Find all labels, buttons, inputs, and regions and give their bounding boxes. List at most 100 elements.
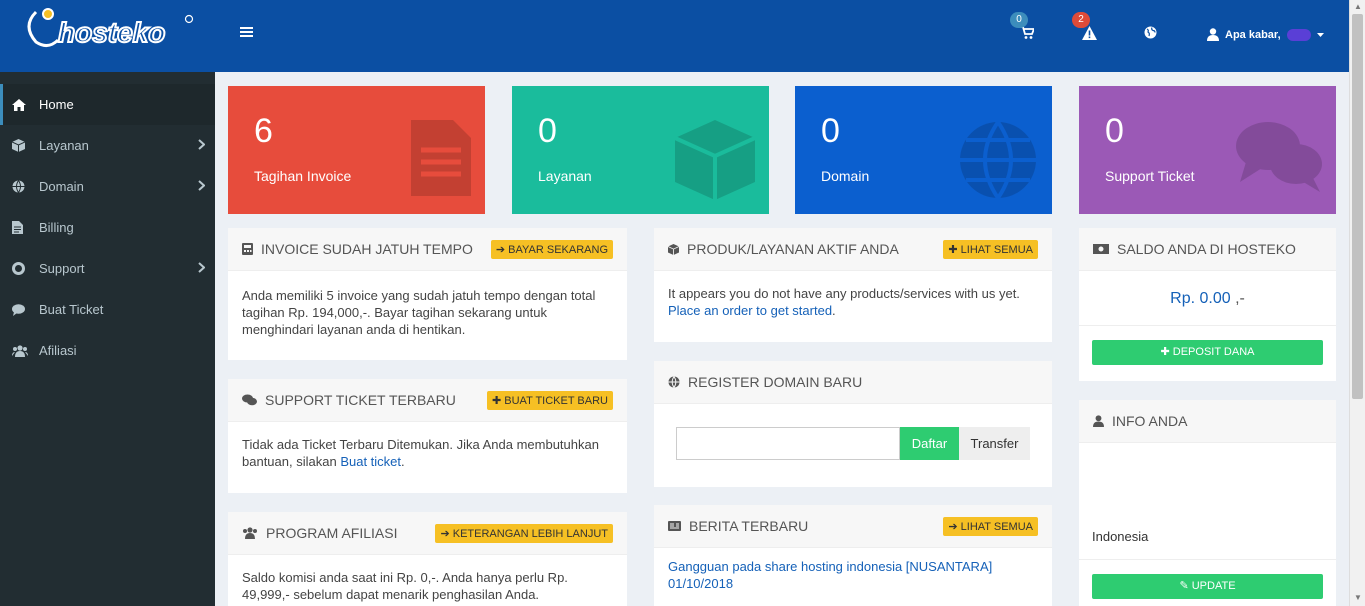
stat-domain[interactable]: 0 Domain [795,86,1052,214]
sidebar-item-domain[interactable]: Domain [0,166,215,207]
invoice-panel: Invoice Sudah Jatuh Tempo ➔ Bayar Sekara… [228,228,627,360]
user-icon [1093,415,1104,427]
stat-value: 0 [538,112,557,150]
user-icon [1207,28,1219,41]
domain-panel-title: Register Domain Baru [688,374,863,390]
comments-icon [242,394,257,406]
stat-value: 0 [821,112,840,150]
users-icon [243,527,257,539]
update-label: Update [1191,580,1236,592]
sidebar-item-label: Buat Ticket [39,302,104,317]
news-item-date: 01/10/2018 [668,576,734,591]
globe-icon [960,120,1036,200]
stat-value: 6 [254,112,273,150]
cart-button[interactable]: 0 [1010,12,1036,42]
sidebar-item-layanan[interactable]: Layanan [0,125,215,166]
sidebar-item-label: Afiliasi [39,343,77,358]
stat-value: 0 [1105,112,1124,150]
user-menu[interactable]: Apa kabar, [1207,28,1324,41]
new-ticket-label: Buat Ticket Baru [504,394,608,407]
scroll-down-icon[interactable]: ▼ [1354,593,1362,602]
warning-icon [1082,26,1097,40]
affiliate-panel-text: Saldo komisi anda saat ini Rp. 0,-. Anda… [242,570,568,602]
info-panel-title: Info Anda [1112,413,1188,429]
cube-icon [12,139,25,152]
chevron-right-icon [198,180,205,191]
place-order-link[interactable]: Place an order to get started [668,303,832,318]
calculator-icon [242,243,253,255]
update-button[interactable]: ✎ Update [1092,574,1323,599]
globe-icon [1144,26,1157,39]
alerts-button[interactable]: 2 [1072,12,1097,43]
user-greeting: Apa kabar, [1225,28,1281,41]
register-domain-panel: Register Domain Baru Daftar Transfer [654,361,1052,487]
menu-toggle-button[interactable] [240,26,253,41]
stat-label: Support Ticket [1105,168,1195,184]
stat-tagihan-invoice[interactable]: 6 Tagihan Invoice [228,86,485,214]
support-suffix: . [401,454,405,469]
products-message: It appears you do not have any products/… [668,286,1020,301]
scrollbar-thumb[interactable] [1352,14,1363,399]
sidebar-item-label: Support [39,261,85,276]
newspaper-icon [668,521,681,531]
top-header: hosteko 0 2 Apa kabar, [0,0,1349,72]
comments-icon [1236,122,1322,192]
stat-support-ticket[interactable]: 0 Support Ticket [1079,86,1336,214]
cart-badge: 0 [1010,12,1028,28]
money-icon [1093,244,1109,254]
globe-icon [12,180,25,193]
stat-label: Tagihan Invoice [254,168,352,184]
hosteko-logo[interactable]: hosteko [18,2,198,52]
cart-icon [1020,26,1036,39]
deposit-button[interactable]: ✚ Deposit Dana [1092,340,1323,365]
invoice-document-icon [411,120,471,196]
sidebar-item-afiliasi[interactable]: Afiliasi [0,330,215,371]
sidebar-item-home[interactable]: Home [0,84,215,125]
sidebar-item-label: Domain [39,179,84,194]
page-scrollbar[interactable]: ▲ ▼ [1349,0,1365,606]
balance-amount-row: Rp. 0.00 ,- [1079,271,1336,326]
sidebar-item-support[interactable]: Support [0,248,215,289]
balance-panel-title: Saldo Anda di Hosteko [1117,241,1296,257]
more-info-button[interactable]: ➔ Keterangan Lebih Lanjut [435,523,613,543]
balance-panel: Saldo Anda di Hosteko Rp. 0.00 ,- ✚ Depo… [1079,228,1336,381]
stat-label: Domain [821,168,870,184]
deposit-label: Deposit Dana [1172,346,1255,358]
logo-brand: hosteko [58,17,165,48]
hamburger-icon [240,27,253,37]
support-panel-title: Support Ticket Terbaru [265,392,456,408]
language-button[interactable] [1144,26,1157,42]
sidebar-item-buat-ticket[interactable]: Buat Ticket [0,289,215,330]
new-ticket-button[interactable]: ✚ Buat Ticket Baru [487,390,613,410]
transfer-domain-button[interactable]: Transfer [959,427,1030,460]
view-all-news-button[interactable]: ➔ Lihat Semua [943,516,1038,536]
products-panel-title: Produk/Layanan Aktif Anda [687,241,899,257]
sidebar-item-label: Billing [39,220,74,235]
support-panel-text: Tidak ada Ticket Terbaru Ditemukan. Jika… [228,422,627,484]
support-message: Tidak ada Ticket Terbaru Ditemukan. Jika… [242,437,599,469]
affiliate-panel: Program Afiliasi ➔ Keterangan Lebih Lanj… [228,512,627,606]
stat-label: Layanan [538,168,592,184]
alert-badge: 2 [1072,12,1090,28]
sidebar-item-label: Layanan [39,138,89,153]
open-ticket-link[interactable]: Buat ticket [340,454,401,469]
users-icon [12,344,28,357]
news-item-title[interactable]: Gangguan pada share hosting indonesia [N… [668,558,1038,575]
invoice-panel-text: Anda memiliki 5 invoice yang sudah jatuh… [242,288,596,337]
view-all-products-button[interactable]: ✚ Lihat Semua [943,239,1038,259]
sidebar-item-billing[interactable]: Billing [0,207,215,248]
user-info-body: Indonesia [1079,443,1336,560]
register-domain-button[interactable]: Daftar [900,427,959,460]
support-panel: Support Ticket Terbaru ✚ Buat Ticket Bar… [228,379,627,493]
affiliate-panel-title: Program Afiliasi [266,525,398,541]
info-panel: Info Anda Indonesia ✎ Update [1079,400,1336,606]
pay-now-button[interactable]: ➔ Bayar Sekarang [490,239,613,259]
products-panel: Produk/Layanan Aktif Anda ✚ Lihat Semua … [654,228,1052,342]
scroll-up-icon[interactable]: ▲ [1354,2,1362,11]
cube-icon [675,120,755,200]
stat-layanan[interactable]: 0 Layanan [512,86,769,214]
chevron-right-icon [198,262,205,273]
caret-down-icon [1316,32,1324,37]
domain-input[interactable] [676,427,900,460]
news-item[interactable]: Gangguan pada share hosting indonesia [N… [654,548,1052,606]
